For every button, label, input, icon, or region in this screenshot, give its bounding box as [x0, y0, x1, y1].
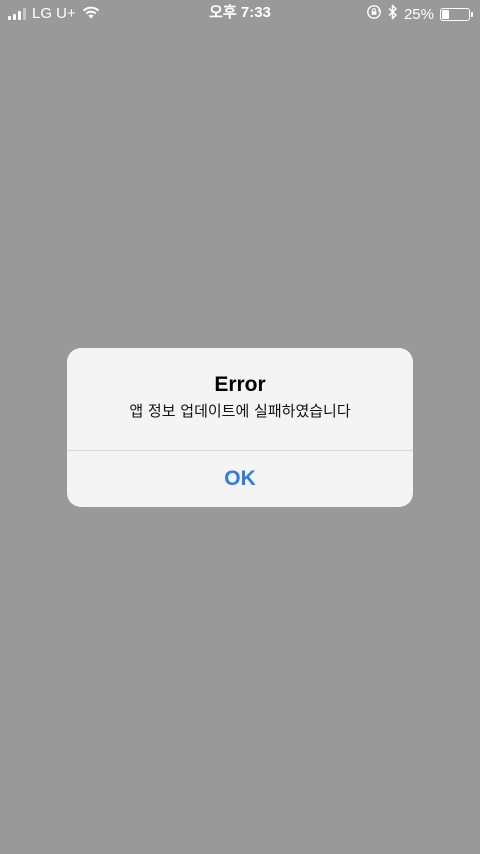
alert-title: Error: [214, 373, 266, 396]
battery-level: [442, 9, 449, 19]
battery-icon: [440, 7, 473, 21]
rotation-lock-icon: [366, 4, 382, 24]
alert-body: Error 앱 정보 업데이트에 실패하였습니다: [67, 348, 413, 450]
bluetooth-icon: [388, 4, 398, 24]
alert-message: 앱 정보 업데이트에 실패하였습니다: [129, 402, 351, 420]
status-right: 25%: [366, 4, 473, 24]
alert-dialog: Error 앱 정보 업데이트에 실패하였습니다 OK: [67, 348, 413, 507]
ok-button[interactable]: OK: [67, 451, 413, 507]
status-bar: LG U+ 오후 7:33 25%: [0, 0, 480, 28]
battery-percent: 25%: [403, 5, 434, 23]
